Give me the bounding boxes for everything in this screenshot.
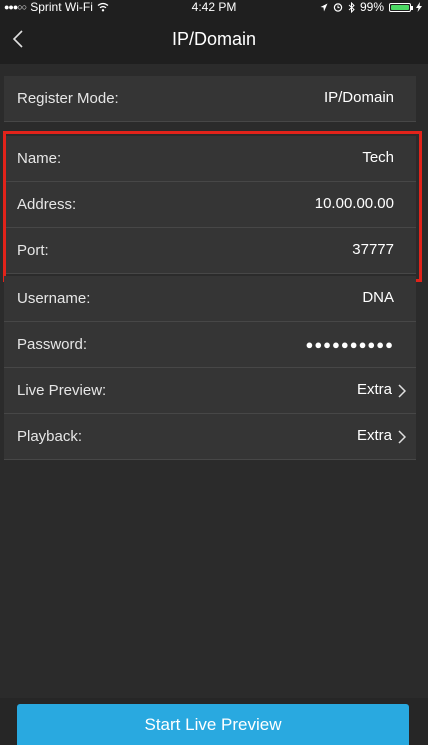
port-label: Port: (17, 242, 49, 259)
nav-bar: IP/Domain (0, 14, 428, 64)
back-button[interactable] (8, 24, 32, 54)
page-title: IP/Domain (171, 29, 257, 49)
register-mode-label: Register Mode: (17, 90, 119, 107)
address-label: Address: (17, 196, 77, 213)
battery-level-fill (391, 4, 409, 10)
name-label: Name: (17, 150, 62, 167)
battery-icon (389, 2, 413, 12)
bluetooth-icon (348, 1, 355, 13)
port-row[interactable]: Port: 37777 (4, 228, 416, 274)
alarm-icon (333, 3, 343, 12)
name-row[interactable]: Name: Tech (4, 136, 416, 182)
battery-percent: 99% (359, 0, 384, 14)
status-right: 99% (320, 0, 422, 14)
chevron-right-icon (398, 430, 406, 444)
status-bar: ●●●○○ Sprint Wi-Fi 4:42 PM 99% (0, 0, 428, 14)
location-arrow-icon (320, 3, 328, 11)
charging-bolt-icon (416, 2, 422, 12)
playback-value: Extra (356, 427, 392, 444)
password-row[interactable]: Password: ●●●●●●●●●● (4, 322, 416, 368)
live-preview-row[interactable]: Live Preview: Extra (4, 368, 416, 414)
username-row[interactable]: Username: DNA (4, 276, 416, 322)
password-label: Password: (17, 336, 88, 353)
register-mode-value: IP/Domain (323, 89, 394, 106)
register-section: Register Mode: IP/Domain (4, 76, 416, 122)
port-field[interactable]: 37777 (352, 228, 394, 272)
register-mode-row[interactable]: Register Mode: IP/Domain (4, 76, 416, 122)
address-row[interactable]: Address: 10.00.00.00 (4, 182, 416, 228)
playback-row[interactable]: Playback: Extra (4, 414, 416, 460)
start-live-preview-button[interactable]: Start Live Preview (17, 704, 409, 745)
live-preview-value: Extra (356, 381, 392, 398)
chevron-right-icon (398, 384, 406, 398)
username-label: Username: (17, 290, 91, 307)
password-field[interactable]: ●●●●●●●●●● (305, 322, 394, 368)
address-field[interactable]: 10.00.00.00 (315, 182, 394, 226)
chevron-left-icon (12, 30, 23, 48)
username-field[interactable]: DNA (362, 276, 394, 320)
live-preview-label: Live Preview: (17, 382, 107, 399)
credentials-section: Username: DNA Password: ●●●●●●●●●● Live … (4, 276, 416, 460)
playback-label: Playback: (17, 428, 83, 445)
device-section: Name: Tech Address: 10.00.00.00 Port: 37… (4, 136, 416, 274)
name-field[interactable]: Tech (362, 136, 394, 180)
